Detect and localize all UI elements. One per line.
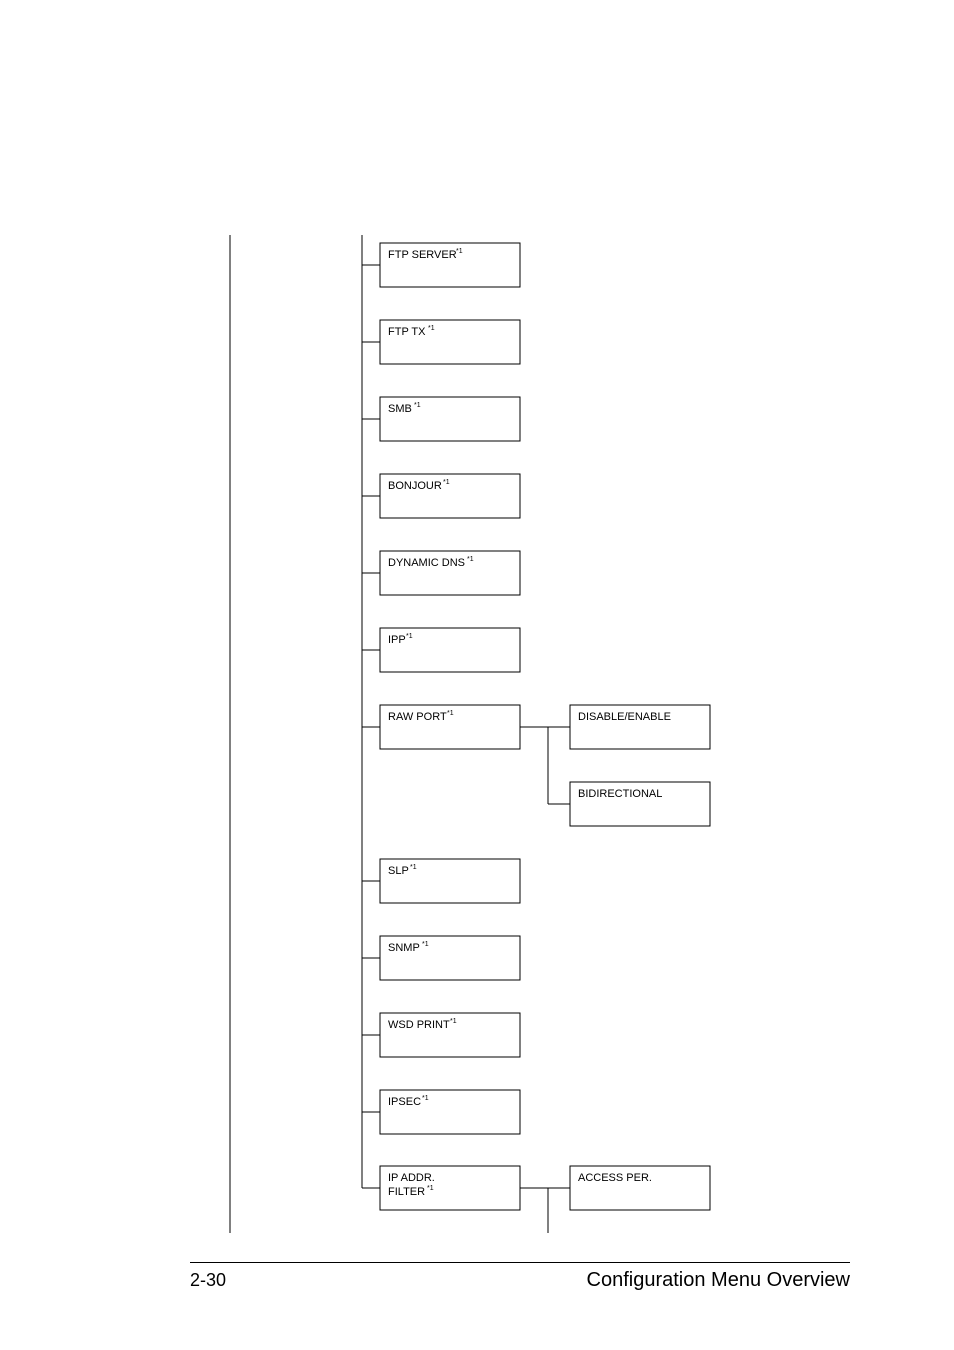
node-dynamic-dns-label: DYNAMIC DNS: [388, 557, 465, 569]
svg-text:FILTER: FILTER: [388, 1186, 425, 1198]
svg-text:BIDIRECTIONAL: BIDIRECTIONAL: [578, 788, 662, 800]
node-raw-port-sup: *1: [447, 710, 454, 717]
node-disable-enable-label: DISABLE/ENABLE: [578, 711, 671, 723]
node-dynamic-dns-sup: *1: [467, 556, 474, 563]
node-snmp-label: SNMP: [388, 942, 420, 954]
svg-text:IP ADDR.: IP ADDR.: [388, 1172, 435, 1184]
svg-text:*1: *1: [427, 1185, 434, 1192]
footer-rule: [190, 1262, 850, 1263]
node-wsd-print-label: WSD PRINT: [388, 1019, 450, 1031]
svg-text:*1: *1: [443, 479, 450, 486]
node-ipp-sup: *1: [406, 633, 413, 640]
node-access-per-label: ACCESS PER.: [578, 1172, 652, 1184]
svg-text:*1: *1: [406, 633, 413, 640]
svg-text:*1: *1: [414, 402, 421, 409]
node-snmp-sup: *1: [422, 941, 429, 948]
svg-text:WSD PRINT: WSD PRINT: [388, 1019, 450, 1031]
node-ftp-tx-sup: *1: [428, 325, 435, 332]
svg-text:RAW PORT: RAW PORT: [388, 711, 447, 723]
node-raw-port-label: RAW PORT: [388, 711, 447, 723]
node-slp-label: SLP: [388, 865, 409, 877]
svg-text:*1: *1: [422, 1095, 429, 1102]
node-ftp-tx-label: FTP TX: [388, 326, 426, 338]
svg-text:SNMP: SNMP: [388, 942, 420, 954]
node-bidirectional-label: BIDIRECTIONAL: [578, 788, 662, 800]
node-smb-sup: *1: [414, 402, 421, 409]
svg-text:SLP: SLP: [388, 865, 409, 877]
node-ip-addr-label2: FILTER: [388, 1186, 425, 1198]
node-ip-addr-label1: IP ADDR.: [388, 1172, 435, 1184]
svg-text:SMB: SMB: [388, 403, 412, 415]
svg-text:DISABLE/ENABLE: DISABLE/ENABLE: [578, 711, 671, 723]
svg-text:*1: *1: [456, 248, 463, 255]
page-footer: 2-30 Configuration Menu Overview: [190, 1262, 850, 1292]
svg-text:IPP: IPP: [388, 634, 406, 646]
svg-text:*1: *1: [447, 710, 454, 717]
svg-text:ACCESS PER.: ACCESS PER.: [578, 1172, 652, 1184]
svg-text:FTP SERVER: FTP SERVER: [388, 249, 457, 261]
node-wsd-print-sup: *1: [450, 1018, 457, 1025]
page-title: Configuration Menu Overview: [587, 1269, 850, 1292]
node-ipsec-sup: *1: [422, 1095, 429, 1102]
node-ftp-server-sup: *1: [456, 248, 463, 255]
node-ftp-server-label: FTP SERVER: [388, 249, 457, 261]
svg-text:*1: *1: [428, 325, 435, 332]
svg-text:*1: *1: [422, 941, 429, 948]
node-smb-label: SMB: [388, 403, 412, 415]
node-ipp-label: IPP: [388, 634, 406, 646]
svg-text:FTP TX: FTP TX: [388, 326, 426, 338]
svg-text:BONJOUR: BONJOUR: [388, 480, 442, 492]
node-bonjour-label: BONJOUR: [388, 480, 442, 492]
tree-diagram: FTP SERVER *1 FTP TX *1 SMB *1 BONJOUR *…: [190, 235, 850, 1238]
svg-text:*1: *1: [467, 556, 474, 563]
svg-text:*1: *1: [450, 1018, 457, 1025]
node-bonjour-sup: *1: [443, 479, 450, 486]
svg-text:*1: *1: [410, 864, 417, 871]
page-number: 2-30: [190, 1270, 226, 1291]
node-ip-addr-sup: *1: [427, 1185, 434, 1192]
node-ipsec-label: IPSEC: [388, 1096, 421, 1108]
svg-text:DYNAMIC DNS: DYNAMIC DNS: [388, 557, 465, 569]
svg-text:IPSEC: IPSEC: [388, 1096, 421, 1108]
node-slp-sup: *1: [410, 864, 417, 871]
